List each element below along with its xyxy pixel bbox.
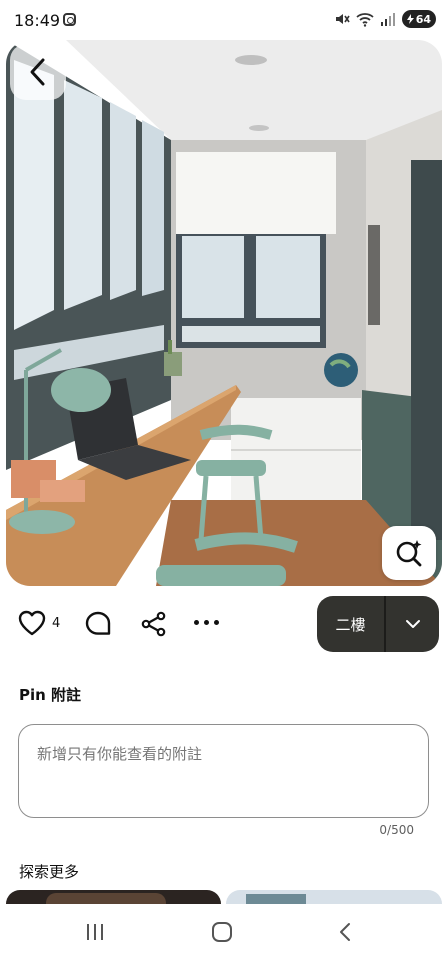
pin-image[interactable]	[6, 40, 442, 586]
board-name[interactable]: 二樓	[317, 596, 386, 652]
more-dots-icon[interactable]	[194, 620, 219, 625]
battery-level: 64	[415, 12, 431, 26]
recent-apps-icon[interactable]	[87, 924, 103, 940]
like-count: 4	[52, 615, 61, 631]
comment-button[interactable]	[84, 610, 112, 642]
status-icons: 64	[334, 10, 436, 28]
visual-search-button[interactable]	[382, 526, 436, 580]
status-bar: 18:49 64	[0, 0, 448, 40]
like-button[interactable]: 4	[18, 610, 60, 636]
pin-note-input[interactable]	[18, 724, 429, 818]
status-time: 18:49	[14, 11, 61, 30]
heart-icon	[18, 610, 46, 636]
signal-icon	[380, 13, 395, 26]
comment-icon	[85, 611, 111, 635]
board-dropdown-button[interactable]	[386, 596, 439, 652]
share-button[interactable]	[140, 610, 168, 642]
explore-more-title: 探索更多	[19, 863, 80, 881]
back-button[interactable]	[10, 44, 66, 100]
system-nav-bar	[0, 904, 448, 960]
visual-search-icon	[396, 540, 422, 567]
pin-note-title: Pin 附註	[19, 686, 82, 704]
board-save-button[interactable]: 二樓	[317, 596, 439, 652]
pin-photo	[6, 40, 442, 586]
mute-icon	[335, 14, 350, 24]
chevron-down-icon	[405, 620, 420, 628]
back-icon[interactable]	[338, 922, 352, 942]
note-char-counter: 0/500	[379, 823, 414, 837]
home-icon[interactable]	[212, 922, 232, 942]
related-pin-thumbnail[interactable]	[226, 890, 442, 904]
share-icon	[141, 611, 166, 637]
wifi-icon	[356, 13, 374, 27]
related-pin-thumbnail[interactable]	[6, 890, 221, 904]
instagram-icon	[63, 13, 76, 26]
chevron-left-icon	[30, 58, 45, 86]
battery-charging-icon: 64	[401, 10, 436, 28]
pin-actions: 4 二樓	[0, 596, 448, 652]
